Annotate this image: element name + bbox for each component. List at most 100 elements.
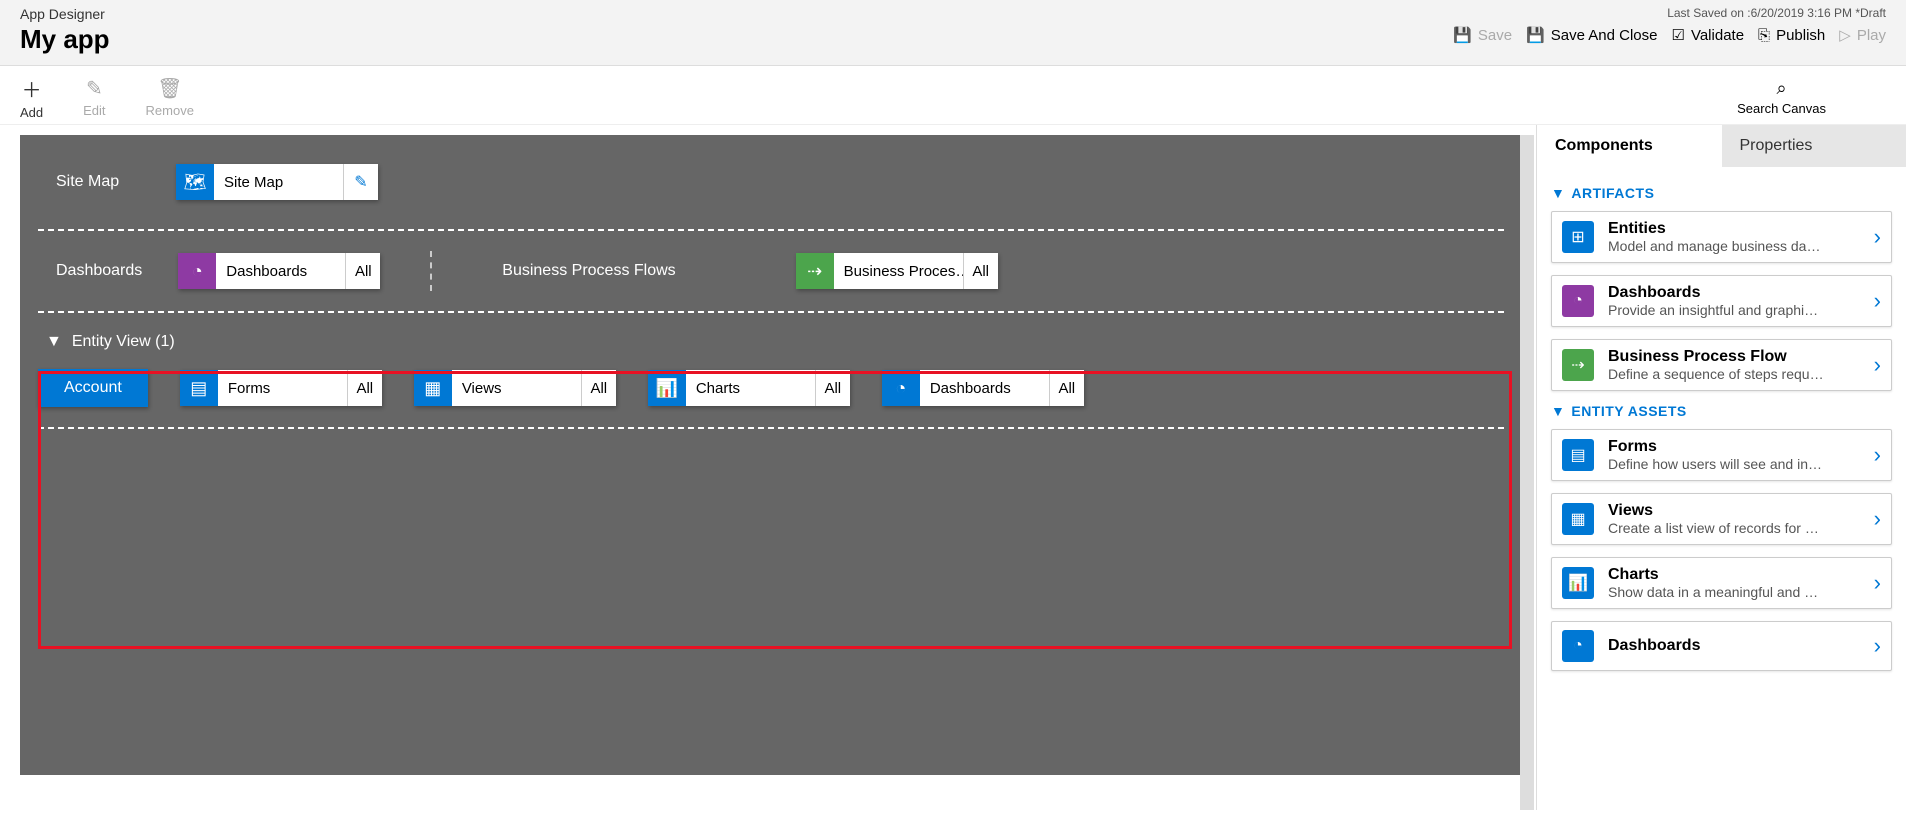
validate-icon: ☑ [1672,26,1685,44]
charts-tile-label: Charts [686,370,816,406]
component-title: Forms [1608,438,1860,456]
designer-canvas[interactable]: Site Map 🗺 Site Map ✎ Dashboards ◔ Dashb… [20,135,1522,775]
grid-icon: ▦ [1562,503,1594,535]
artifacts-row: Dashboards ◔ Dashboards All Business Pro… [38,251,1504,291]
component-entity-dashboards[interactable]: ◔ Dashboards › [1551,621,1892,671]
form-icon: ▤ [1562,439,1594,471]
component-title: Views [1608,502,1860,520]
chart-icon: 📊 [1562,567,1594,599]
vertical-divider [430,251,432,291]
caret-down-icon: ▼ [1551,185,1565,201]
entity-dashboards-tile-label: Dashboards [920,370,1050,406]
pencil-icon: ✎ [86,76,103,101]
plus-icon: ＋ [22,74,42,103]
dashboards-tile-label: Dashboards [216,253,346,289]
form-icon: ▤ [180,370,218,406]
edit-button[interactable]: ✎ Edit [83,76,105,118]
tab-properties[interactable]: Properties [1722,125,1906,167]
component-desc: Show data in a meaningful and … [1608,584,1860,600]
play-button[interactable]: ▷ Play [1839,26,1886,44]
forms-all[interactable]: All [348,370,382,406]
sitemap-tile[interactable]: 🗺 Site Map ✎ [176,164,378,200]
component-entities[interactable]: ⊞ Entities Model and manage business da…… [1551,211,1892,263]
views-tile[interactable]: ▦ Views All [414,370,616,406]
component-desc: Provide an insightful and graphi… [1608,302,1860,318]
component-desc: Define how users will see and in… [1608,456,1860,472]
save-icon: 💾 [1453,26,1472,44]
component-dashboards[interactable]: ◔ Dashboards Provide an insightful and g… [1551,275,1892,327]
views-tile-label: Views [452,370,582,406]
component-desc: Define a sequence of steps requ… [1608,366,1860,382]
bpf-tile-label: Business Proces… [834,253,964,289]
sitemap-tile-label: Site Map [214,164,344,200]
chevron-right-icon: › [1874,352,1881,378]
artifacts-section-toggle[interactable]: ▼ ARTIFACTS [1551,185,1892,201]
chart-icon: 📊 [648,370,686,406]
divider [38,427,1504,429]
dashboards-tile[interactable]: ◔ Dashboards All [178,253,380,289]
gauge-icon: ◔ [882,370,920,406]
add-button[interactable]: ＋ Add [20,74,43,120]
publish-button[interactable]: ⎘ Publish [1758,27,1825,44]
component-title: Business Process Flow [1608,348,1860,366]
save-and-close-button[interactable]: 💾 Save And Close [1526,26,1657,44]
page-title: My app [20,24,110,55]
charts-all[interactable]: All [816,370,850,406]
sitemap-edit-button[interactable]: ✎ [344,164,378,200]
chevron-right-icon: › [1874,288,1881,314]
header-right: Last Saved on :6/20/2019 3:16 PM *Draft … [1453,6,1886,44]
bpf-all[interactable]: All [964,253,998,289]
scrollbar[interactable] [1520,135,1534,810]
bpf-label: Business Process Flows [502,262,675,280]
panel-tabs: Components Properties [1537,125,1906,167]
chevron-right-icon: › [1874,442,1881,468]
bpf-tile[interactable]: ⇢ Business Proces… All [796,253,998,289]
entity-view-toggle[interactable]: ▼ Entity View (1) [46,333,1504,351]
save-button[interactable]: 💾 Save [1453,26,1512,44]
breadcrumb: App Designer [20,6,110,22]
divider [38,229,1504,231]
trash-icon: 🗑 [157,76,182,101]
flow-icon: ⇢ [1562,349,1594,381]
entity-dashboards-all[interactable]: All [1050,370,1084,406]
component-title: Entities [1608,220,1860,238]
forms-tile[interactable]: ▤ Forms All [180,370,382,406]
flow-icon: ⇢ [796,253,834,289]
header-actions: 💾 Save 💾 Save And Close ☑ Validate ⎘ Pub… [1453,26,1886,44]
dashboards-all[interactable]: All [346,253,380,289]
charts-tile[interactable]: 📊 Charts All [648,370,850,406]
component-title: Dashboards [1608,637,1860,655]
component-views[interactable]: ▦ Views Create a list view of records fo… [1551,493,1892,545]
gauge-icon: ◔ [178,253,216,289]
pencil-icon: ✎ [354,172,367,192]
search-icon: ⌕ [1777,78,1787,99]
save-close-icon: 💾 [1526,26,1545,44]
map-icon: 🗺 [176,164,214,200]
chevron-right-icon: › [1874,506,1881,532]
component-bpf[interactable]: ⇢ Business Process Flow Define a sequenc… [1551,339,1892,391]
chevron-right-icon: › [1874,570,1881,596]
validate-button[interactable]: ☑ Validate [1672,26,1745,44]
entity-view-label: Entity View (1) [72,333,175,351]
play-icon: ▷ [1839,26,1851,44]
highlight-box [38,371,1512,649]
search-canvas-button[interactable]: ⌕ Search Canvas [1737,78,1826,116]
divider [38,311,1504,313]
component-charts[interactable]: 📊 Charts Show data in a meaningful and …… [1551,557,1892,609]
caret-down-icon: ▼ [46,333,62,351]
dashboards-label: Dashboards [56,262,142,280]
component-desc: Model and manage business da… [1608,238,1860,254]
component-forms[interactable]: ▤ Forms Define how users will see and in… [1551,429,1892,481]
header-left: App Designer My app [20,6,110,55]
entity-assets-row: Account ▤ Forms All ▦ Views All 📊 Charts… [38,369,1504,407]
forms-tile-label: Forms [218,370,348,406]
account-entity-button[interactable]: Account [38,369,148,407]
sitemap-label: Site Map [56,173,176,191]
remove-button[interactable]: 🗑 Remove [146,76,194,118]
grid-icon: ▦ [414,370,452,406]
views-all[interactable]: All [582,370,616,406]
tab-components[interactable]: Components [1537,125,1722,167]
entity-assets-section-toggle[interactable]: ▼ ENTITY ASSETS [1551,403,1892,419]
component-title: Dashboards [1608,284,1860,302]
entity-dashboards-tile[interactable]: ◔ Dashboards All [882,370,1084,406]
